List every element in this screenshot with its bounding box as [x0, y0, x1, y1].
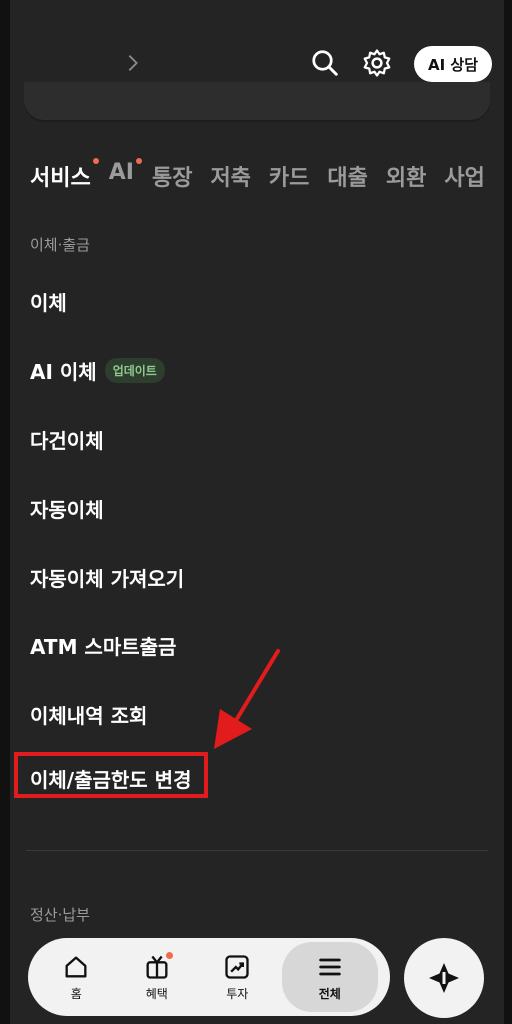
tab-label: AI: [108, 160, 134, 185]
menu-item-label: AI 이체: [30, 360, 97, 384]
nav-invest[interactable]: 투자: [201, 942, 273, 1012]
menu-item-label: 이체내역 조회: [30, 704, 148, 728]
nav-all[interactable]: 전체: [281, 942, 378, 1012]
annotation-arrow-icon: [214, 649, 280, 749]
new-dot: [92, 158, 99, 164]
menu-item-label: 이체: [30, 291, 67, 315]
category-tabs: 서비스 AI 통장 저축 카드 대출 외환 사업: [30, 158, 485, 200]
update-badge: 업데이트: [104, 358, 165, 383]
tab-label: 대출: [327, 166, 368, 191]
nav-label: 혜택: [145, 986, 168, 1001]
tab-ai[interactable]: AI: [108, 158, 142, 200]
menu-item-label: 자동이체: [30, 498, 104, 522]
tab-fx[interactable]: 외환: [386, 160, 426, 200]
tab-business[interactable]: 사업: [444, 160, 484, 200]
highlight-box: [14, 752, 208, 798]
tab-label: 외환: [385, 166, 427, 191]
top-bar: AI 상담: [10, 0, 504, 130]
chart-up-icon: [225, 954, 249, 979]
nav-benefits[interactable]: 혜택: [121, 942, 193, 1012]
gear-icon[interactable]: [362, 48, 392, 78]
menu-item-import-auto-transfer[interactable]: 자동이체 가져오기: [30, 563, 184, 592]
search-icon[interactable]: [310, 48, 340, 78]
menu-item-auto-transfer[interactable]: 자동이체: [30, 494, 104, 523]
menu-item-label: 다건이체: [30, 429, 104, 453]
ai-consult-label: AI 상담: [427, 55, 478, 74]
section-title-settlement: 정산·납부: [30, 906, 90, 924]
sparkle-icon: [429, 963, 459, 993]
nav-home[interactable]: 홈: [40, 942, 112, 1012]
tab-label: 통장: [151, 166, 193, 191]
tab-card[interactable]: 카드: [269, 160, 309, 200]
chevron-right-icon[interactable]: [122, 52, 144, 74]
tab-account[interactable]: 통장: [152, 160, 192, 200]
tab-label: 서비스: [30, 166, 91, 191]
menu-item-label: 자동이체 가져오기: [30, 567, 185, 591]
app-screen: AI 상담 서비스 AI 통장 저축 카드 대출 외환 사업 이체·출금 이체 …: [10, 0, 504, 1024]
menu-item-ai-transfer[interactable]: AI 이체 업데이트: [30, 356, 165, 385]
menu-item-atm-smart-withdraw[interactable]: ATM 스마트출금: [30, 631, 176, 660]
menu-icon: [319, 958, 341, 975]
menu-item-transfer-history[interactable]: 이체내역 조회: [30, 700, 147, 729]
ai-assistant-button[interactable]: [404, 938, 484, 1018]
tab-savings[interactable]: 저축: [210, 160, 250, 200]
tab-service[interactable]: 서비스: [30, 158, 99, 200]
menu-item-label: ATM 스마트출금: [30, 635, 177, 659]
tab-label: 저축: [210, 166, 251, 191]
bottom-navigation: 홈 혜택 투자 전체: [28, 938, 390, 1016]
nav-label: 투자: [226, 986, 249, 1001]
new-dot: [135, 158, 142, 164]
home-icon: [65, 956, 87, 977]
section-title-transfer: 이체·출금: [30, 236, 90, 254]
menu-item-transfer[interactable]: 이체: [30, 287, 67, 316]
new-dot: [165, 952, 173, 959]
nav-label: 홈: [70, 986, 82, 1001]
tab-loan[interactable]: 대출: [327, 160, 367, 200]
section-divider: [26, 850, 488, 851]
menu-item-bulk-transfer[interactable]: 다건이체: [30, 425, 104, 454]
account-card-edge: [24, 82, 490, 120]
nav-label: 전체: [318, 986, 341, 1001]
ai-consult-button[interactable]: AI 상담: [414, 46, 492, 82]
tab-label: 사업: [444, 166, 485, 191]
tab-label: 카드: [268, 166, 310, 191]
